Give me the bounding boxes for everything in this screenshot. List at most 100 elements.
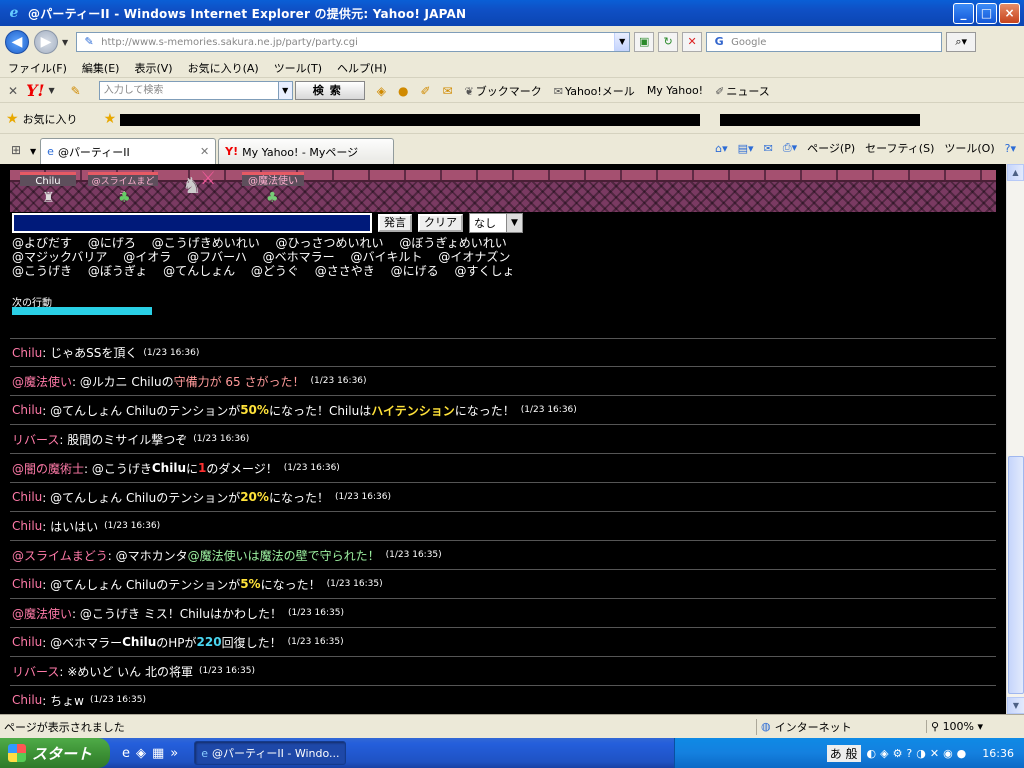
log-text: 守備力が 65 さがった！ <box>173 374 305 389</box>
log-entry: リバース: ※めいど いん 北の将軍 (1/23 16:35) <box>10 657 996 686</box>
address-row: ◀ ▶ ▼ ✎ http://www.s-memories.sakura.ne.… <box>0 26 1024 58</box>
yahoo-menu-dropdown-icon[interactable]: ▼ <box>49 86 55 95</box>
minimize-button[interactable]: _ <box>953 3 974 24</box>
mail-icon[interactable]: ✉ <box>764 142 773 155</box>
pencil-icon[interactable]: ✎ <box>71 84 81 98</box>
clear-button[interactable]: クリア <box>418 214 463 232</box>
log-text: 220 <box>196 635 222 649</box>
command-link[interactable]: @てんしょん <box>163 264 235 278</box>
close-tab-icon[interactable]: ✕ <box>200 145 209 158</box>
refresh-icon[interactable]: ↻ <box>658 32 679 52</box>
log-entry: リバース: 股間のミサイル撃つぞ (1/23 16:36) <box>10 425 996 454</box>
scroll-down-icon[interactable]: ▼ <box>1007 697 1024 714</box>
speaker-name: @闇の魔術士 <box>12 461 85 476</box>
dark-mage-sprite: ♞ <box>182 174 202 199</box>
log-entry: Chilu: はいはい (1/23 16:36) <box>10 512 996 541</box>
media-quicklaunch-icon[interactable]: ◈ <box>136 746 146 761</box>
quick-tabs-icon[interactable]: ⊞ <box>6 140 26 160</box>
news-link[interactable]: ✐ ニュース <box>715 83 770 99</box>
log-text: : ※めいど いん 北の将軍 <box>59 664 193 679</box>
shield-icon[interactable]: ◈ <box>377 84 386 98</box>
print-icon[interactable]: ⎙▾ <box>783 141 797 155</box>
chat-input[interactable] <box>12 213 372 233</box>
ie-quicklaunch-icon[interactable]: e <box>122 746 130 761</box>
tools-menu[interactable]: ツール(O) <box>944 140 994 156</box>
feeds-icon[interactable]: ▤▾ <box>738 142 754 155</box>
target-select[interactable]: なし ▼ <box>469 213 523 233</box>
safety-menu[interactable]: セーフティ(S) <box>865 140 934 156</box>
yahoo-logo[interactable]: Y! <box>26 81 44 100</box>
menu-tools[interactable]: ツール(T) <box>274 60 322 76</box>
vertical-scrollbar[interactable]: ▲ ▼ <box>1006 164 1024 714</box>
menu-favorites[interactable]: お気に入り(A) <box>188 60 259 76</box>
search-go-icon[interactable]: ⌕▾ <box>946 32 977 52</box>
search-box[interactable]: G Google <box>706 32 943 52</box>
compat-view-icon[interactable]: ▣ <box>634 32 655 52</box>
command-link[interactable]: @どうぐ <box>251 264 299 278</box>
mail-check-icon[interactable]: ✉ <box>443 84 453 98</box>
log-text: : ちょw <box>42 693 84 708</box>
tray-icons[interactable]: ◐◈⚙?◑✕◉● <box>867 747 971 760</box>
command-link[interactable]: @ぼうぎょ <box>88 264 147 278</box>
menu-file[interactable]: ファイル(F) <box>8 60 67 76</box>
close-toolbar-icon[interactable]: ✕ <box>8 84 18 98</box>
log-timestamp: (1/23 16:36) <box>104 521 161 531</box>
log-entry: Chilu: @てんしょん Chiluのテンションが 5% になった！ (1/23… <box>10 570 996 599</box>
speaker-name: Chilu <box>12 403 43 417</box>
home-icon[interactable]: ⌂▾ <box>715 142 728 155</box>
stop-icon[interactable]: ✕ <box>682 32 703 52</box>
menu-help[interactable]: ヘルプ(H) <box>337 60 387 76</box>
tab-party[interactable]: e @パーティーII ✕ <box>40 138 217 164</box>
chat-input-row: 発言 クリア なし ▼ <box>12 213 523 233</box>
ime-indicator[interactable]: あ 般 <box>826 744 861 762</box>
yahoo-search-dropdown-icon[interactable]: ▼ <box>278 81 293 100</box>
taskbar-ie-window[interactable]: e @パーティーII - Windo... <box>194 741 347 765</box>
close-window-button[interactable]: × <box>999 3 1020 24</box>
zoom-control[interactable]: ⚲ 100% ▾ <box>926 720 1024 733</box>
history-dropdown-icon[interactable]: ▼ <box>62 38 68 47</box>
bookmark-link[interactable]: ❦ ブックマーク <box>465 83 542 99</box>
tab-my-yahoo[interactable]: Y! My Yahoo! - Myページ <box>218 138 395 164</box>
command-link[interactable]: @すくしょ <box>454 264 514 278</box>
favorites-bar: ★ お気に入り ★ <box>0 104 1024 134</box>
add-favorite-icon[interactable]: ★ <box>104 111 117 127</box>
help-icon[interactable]: ?▾ <box>1005 142 1016 155</box>
scroll-up-icon[interactable]: ▲ <box>1007 164 1024 181</box>
page-menu[interactable]: ページ(P) <box>807 140 855 156</box>
command-link[interactable]: @ささやき <box>315 264 375 278</box>
yahoo-mail-link[interactable]: ✉ Yahoo!メール <box>554 83 635 99</box>
app-quicklaunch-icon[interactable]: ▦ <box>152 746 164 761</box>
marker-icon[interactable]: ✐ <box>420 84 430 98</box>
favorites-label[interactable]: お気に入り <box>23 111 78 127</box>
address-bar[interactable]: ✎ http://www.s-memories.sakura.ne.jp/par… <box>76 32 631 52</box>
menu-view[interactable]: 表示(V) <box>134 60 172 76</box>
command-link[interactable]: @にげる <box>391 264 439 278</box>
forward-button[interactable]: ▶ <box>34 30 58 54</box>
tab-label: My Yahoo! - Myページ <box>242 145 359 159</box>
command-link[interactable]: @こうげき <box>12 264 72 278</box>
log-timestamp: (1/23 16:35) <box>89 695 146 705</box>
menu-edit[interactable]: 編集(E) <box>82 60 120 76</box>
back-button[interactable]: ◀ <box>5 30 29 54</box>
scroll-thumb[interactable] <box>1008 456 1024 694</box>
maximize-button[interactable]: □ <box>976 3 997 24</box>
start-button[interactable]: スタート <box>0 738 110 768</box>
my-yahoo-link[interactable]: My Yahoo! <box>647 84 703 97</box>
highlight-icon[interactable]: ● <box>398 84 408 98</box>
yahoo-search-button[interactable]: 検索 <box>294 81 365 100</box>
send-button[interactable]: 発言 <box>378 214 412 232</box>
wizard-sprite: ♣ <box>266 190 279 206</box>
log-text: @魔法使いは魔法の壁で守られた！ <box>187 548 380 563</box>
log-text: : @こうげき ミス！Chiluはかわした！ <box>72 606 282 621</box>
favorites-star-icon[interactable]: ★ <box>6 111 19 127</box>
tab-list-dropdown-icon[interactable]: ▼ <box>30 147 36 156</box>
search-input[interactable]: Google <box>731 37 941 48</box>
log-text: : @マホカンタ <box>107 548 188 563</box>
log-text: : @てんしょん Chiluのテンションが <box>42 490 241 505</box>
url-field[interactable]: http://www.s-memories.sakura.ne.jp/party… <box>101 37 614 48</box>
yahoo-search-input[interactable]: 入力して検索 <box>98 81 279 100</box>
more-quicklaunch-icon[interactable]: » <box>170 746 178 761</box>
log-text: Chilu <box>122 635 157 649</box>
log-entry: Chilu: ちょw (1/23 16:35) <box>10 686 996 714</box>
address-dropdown-icon[interactable]: ▼ <box>614 33 630 51</box>
